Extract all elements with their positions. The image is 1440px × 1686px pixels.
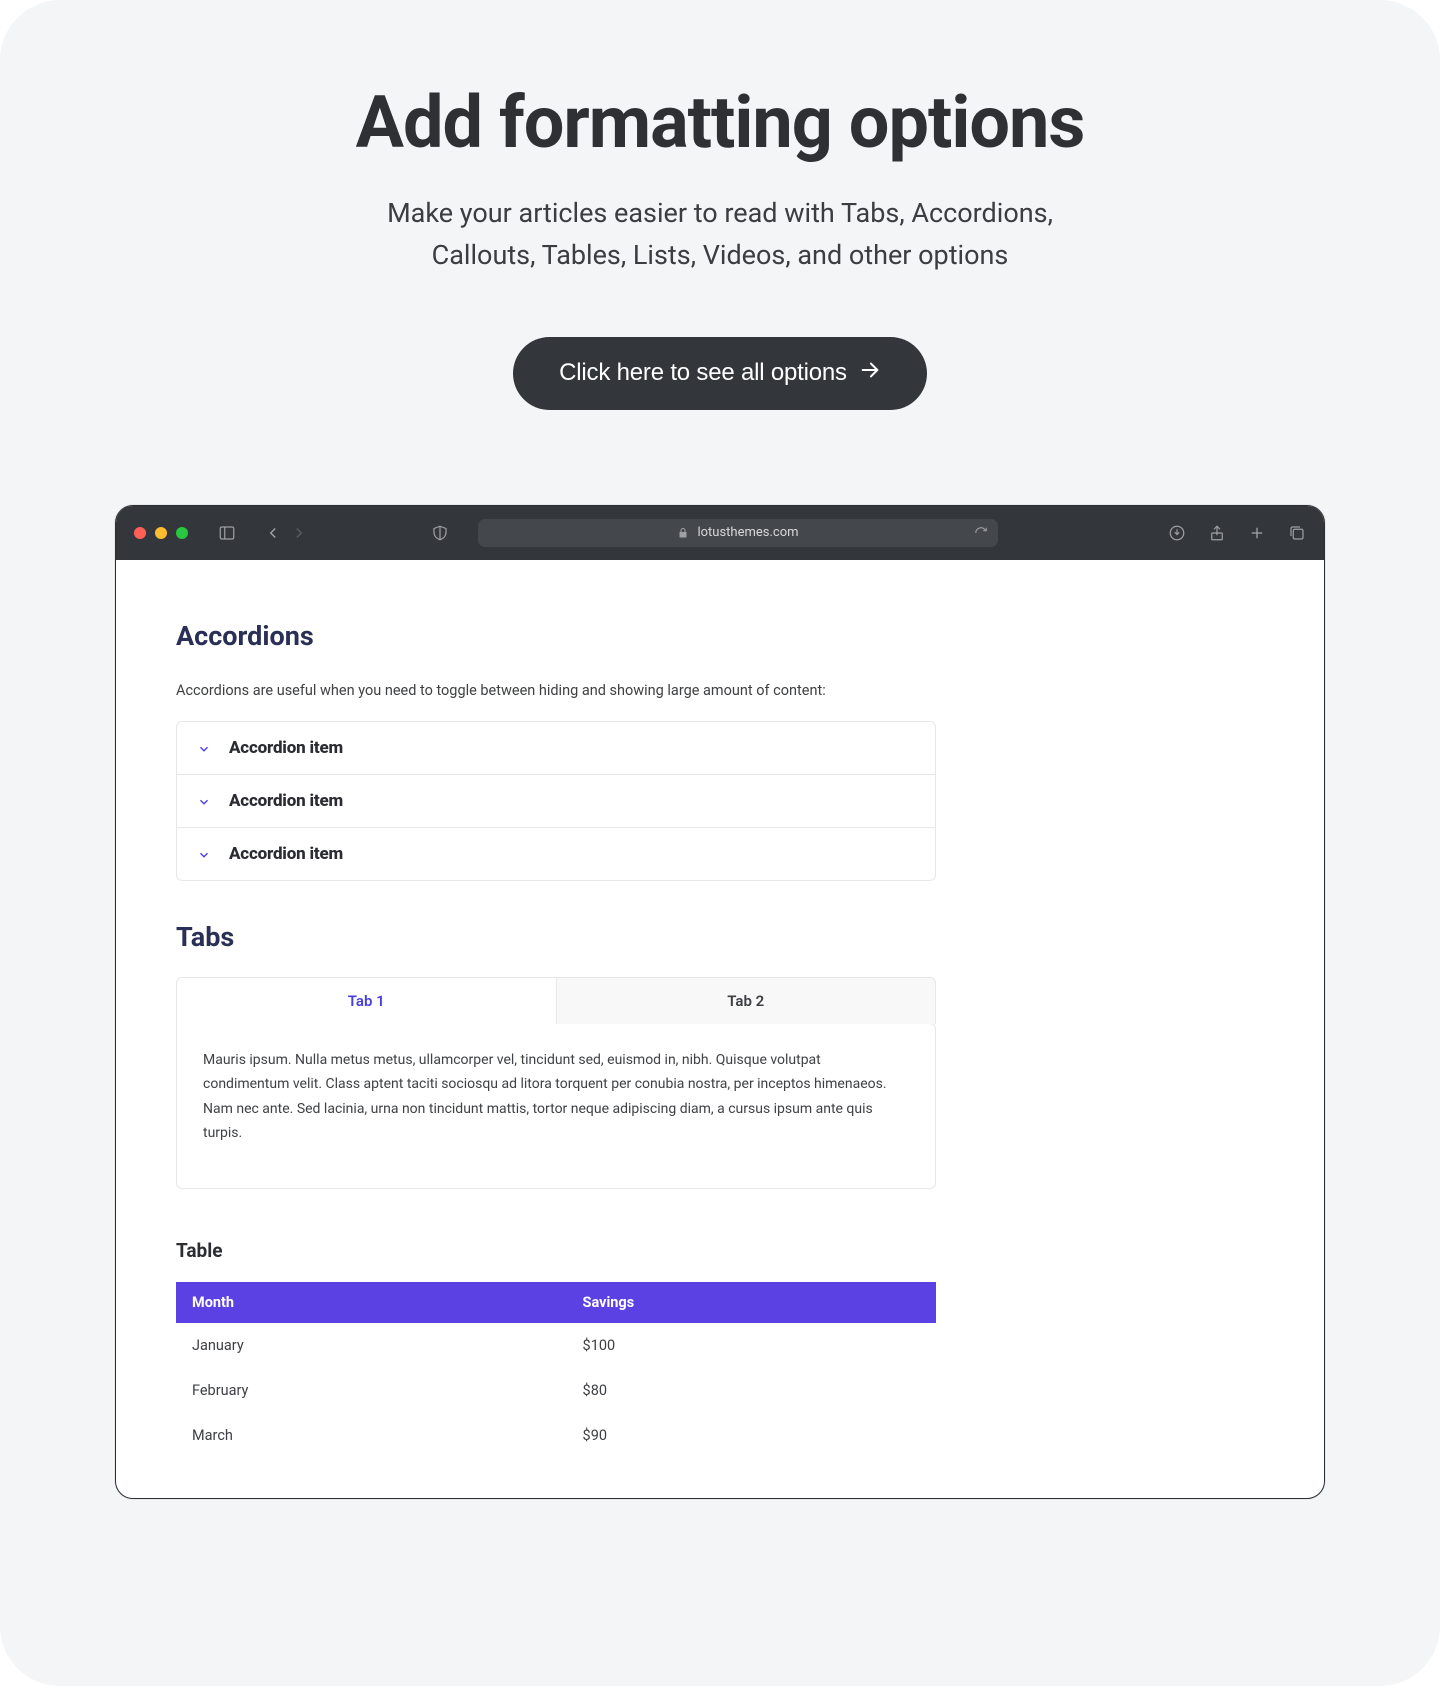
tabs-title: Tabs [176,921,1264,953]
accordion-item[interactable]: Accordion item [177,722,935,774]
window-controls [134,527,188,539]
close-window-icon[interactable] [134,527,146,539]
new-tab-icon[interactable] [1248,524,1266,542]
tab-bar: Tab 1 Tab 2 [176,977,936,1024]
accordion-list: Accordion item Accordion item Accordion … [176,721,936,881]
browser-chrome: lotusthemes.com [116,506,1324,560]
table-header: Month [176,1282,567,1323]
tab-panel: Mauris ipsum. Nulla metus metus, ullamco… [176,1023,936,1189]
table-row: January $100 [176,1323,936,1368]
table-row: March $90 [176,1413,936,1458]
page-content: Accordions Accordions are useful when yo… [116,560,1324,1498]
hero-title: Add formatting options [0,80,1440,165]
table-cell: $90 [567,1413,936,1458]
hero-subtitle-line1: Make your articles easier to read with T… [387,197,1053,229]
table-cell: $80 [567,1368,936,1413]
table-row: February $80 [176,1368,936,1413]
tab-2[interactable]: Tab 2 [557,977,937,1024]
nav-forward-icon[interactable] [290,524,308,542]
address-bar[interactable]: lotusthemes.com [478,519,998,547]
cta-label: Click here to see all options [559,359,847,387]
downloads-icon[interactable] [1168,524,1186,542]
tab-label: Tab 2 [727,992,764,1010]
feature-card: Add formatting options Make your article… [0,0,1440,1686]
hero-subtitle-line2: Callouts, Tables, Lists, Videos, and oth… [432,239,1009,271]
chevron-down-icon [197,794,211,808]
browser-mock: lotusthemes.com [115,505,1325,1499]
hero-section: Add formatting options Make your article… [0,0,1440,410]
accordion-item[interactable]: Accordion item [177,774,935,827]
table-section: Table Month Savings January $100 [176,1239,1264,1458]
tabs-overview-icon[interactable] [1288,524,1306,542]
hero-subtitle: Make your articles easier to read with T… [0,193,1440,277]
accordions-title: Accordions [176,620,1264,652]
sidebar-toggle-icon[interactable] [218,524,236,542]
privacy-shield-icon[interactable] [431,524,449,542]
table-cell: March [176,1413,567,1458]
chevron-down-icon [197,847,211,861]
accordion-label: Accordion item [229,738,343,758]
tabs-section: Tabs Tab 1 Tab 2 Mauris ipsum. Nulla met… [176,921,1264,1189]
tab-label: Tab 1 [348,992,385,1010]
accordions-section: Accordions Accordions are useful when yo… [176,620,1264,881]
nav-back-icon[interactable] [264,524,282,542]
accordions-description: Accordions are useful when you need to t… [176,682,1264,699]
share-icon[interactable] [1208,524,1226,542]
tab-1[interactable]: Tab 1 [176,977,557,1024]
reload-icon[interactable] [974,526,988,540]
chevron-down-icon [197,741,211,755]
cta-button[interactable]: Click here to see all options [513,337,927,410]
accordion-label: Accordion item [229,844,343,864]
table-header: Savings [567,1282,936,1323]
table-cell: January [176,1323,567,1368]
arrow-right-icon [859,359,881,388]
data-table: Month Savings January $100 February [176,1282,936,1458]
table-title: Table [176,1239,1264,1262]
table-cell: $100 [567,1323,936,1368]
minimize-window-icon[interactable] [155,527,167,539]
lock-icon [677,527,689,539]
url-host: lotusthemes.com [697,525,798,540]
accordion-label: Accordion item [229,791,343,811]
accordion-item[interactable]: Accordion item [177,827,935,880]
table-cell: February [176,1368,567,1413]
maximize-window-icon[interactable] [176,527,188,539]
